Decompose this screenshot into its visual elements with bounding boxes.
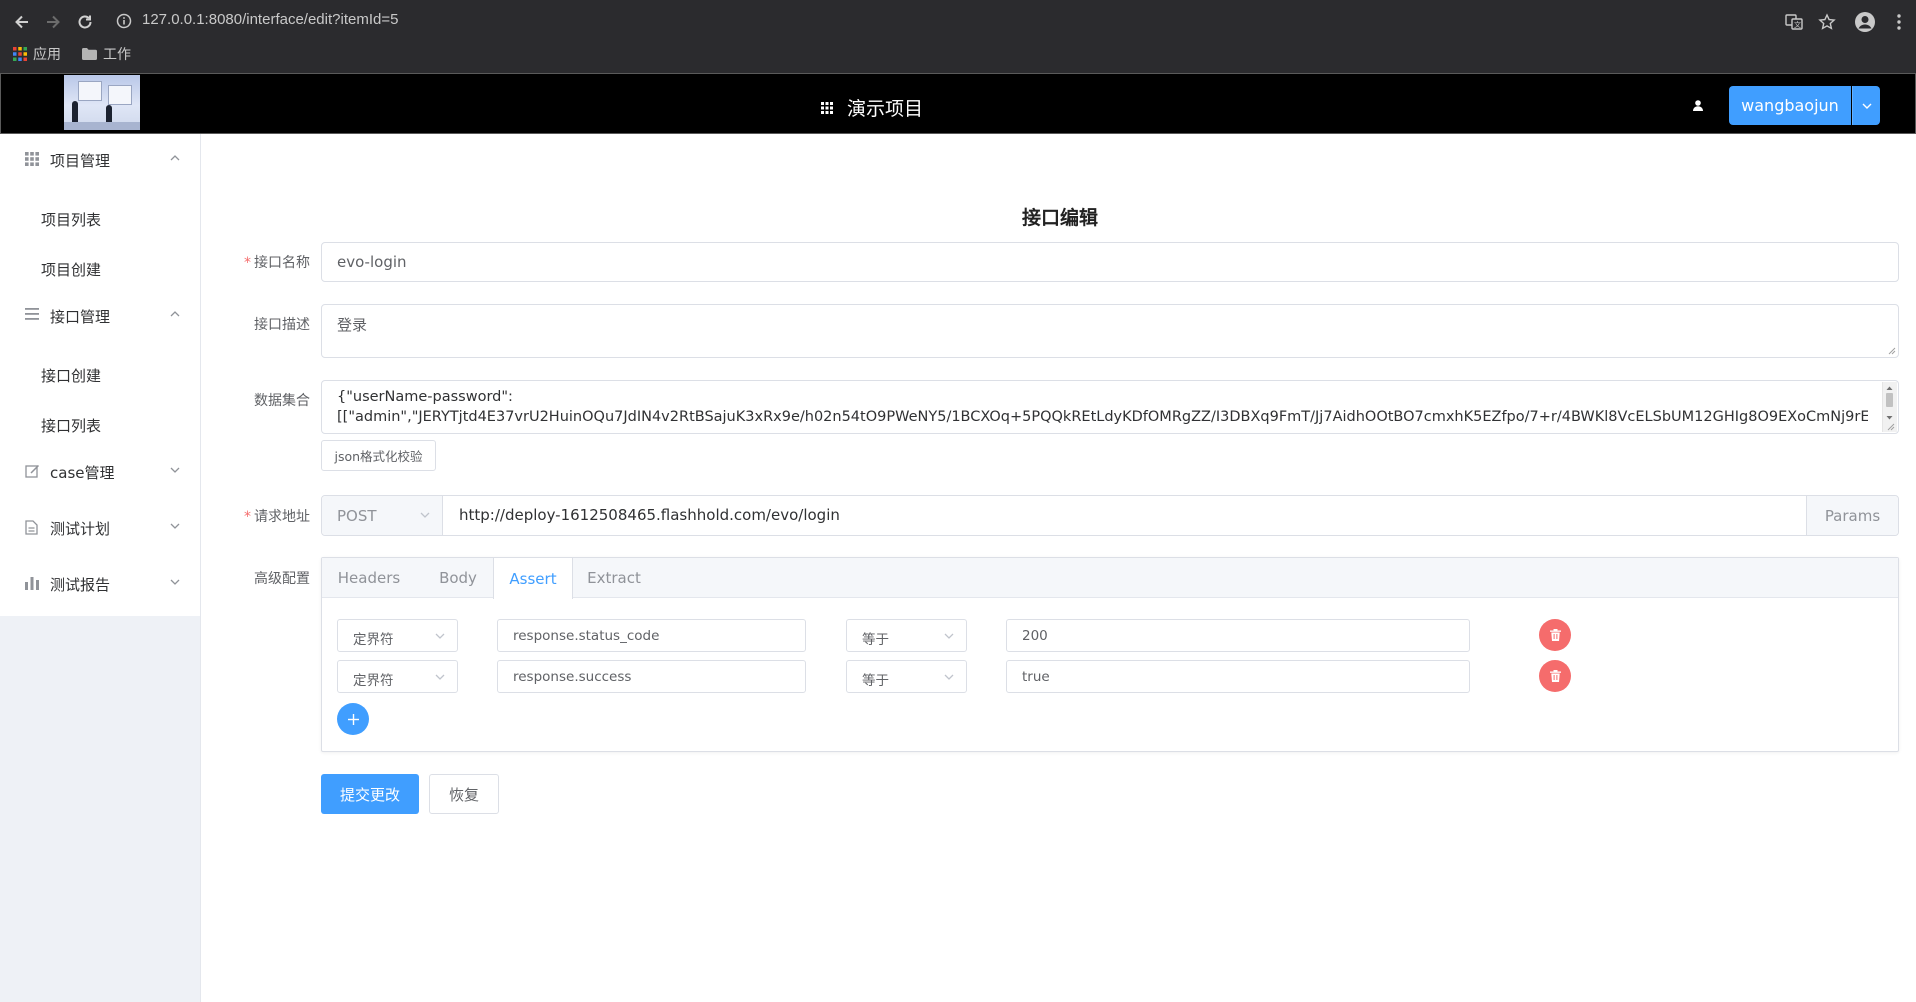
chevron-down-icon [170, 467, 180, 473]
user-menu-button[interactable]: wangbaojun [1729, 86, 1851, 125]
resize-handle-icon[interactable] [1886, 345, 1896, 355]
list-icon [25, 308, 39, 320]
data-line: {"userName-password": [337, 389, 513, 405]
tab-headers[interactable]: Headers [322, 558, 416, 598]
params-button[interactable]: Params [1806, 496, 1898, 535]
assert-expression-input[interactable]: response.success [497, 660, 806, 693]
data-set-label: 数据集合 [254, 393, 310, 409]
textarea-scrollbar[interactable] [1882, 382, 1897, 432]
bookmark-work[interactable]: 工作 [82, 44, 131, 64]
sidebar-group-project[interactable]: 项目管理 [0, 134, 200, 186]
address-bar[interactable]: 127.0.0.1:8080/interface/edit?itemId=5 [142, 11, 398, 28]
site-info-icon[interactable] [116, 13, 132, 29]
sidebar-group-case[interactable]: case管理 [0, 446, 200, 498]
sidebar-group-plan[interactable]: 测试计划 [0, 502, 200, 554]
assert-type-select[interactable]: 定界符 [337, 660, 458, 693]
browser-chrome: 127.0.0.1:8080/interface/edit?itemId=5 文… [0, 0, 1916, 73]
trash-icon [1549, 670, 1561, 682]
bookmark-label: 应用 [33, 47, 61, 63]
browser-menu-icon[interactable] [1886, 9, 1912, 35]
sidebar-group-report[interactable]: 测试报告 [0, 558, 200, 610]
grid-icon [25, 152, 39, 166]
assert-type-select[interactable]: 定界符 [337, 619, 458, 652]
description-label: 接口描述 [254, 317, 310, 333]
bookmark-label: 工作 [103, 47, 131, 63]
name-label: * 接口名称 [244, 255, 310, 271]
assert-comparator-select[interactable]: 等于 [846, 619, 967, 652]
request-url-input[interactable]: http://deploy-1612508465.flashhold.com/e… [459, 506, 840, 524]
plus-icon [347, 713, 359, 725]
sidebar-group-label: 项目管理 [50, 152, 111, 170]
trash-icon [1549, 629, 1561, 641]
assert-expression-input[interactable]: response.status_code [497, 619, 806, 652]
sidebar-item-project-list[interactable]: 项目列表 [41, 209, 101, 230]
user-dropdown-toggle[interactable] [1852, 86, 1880, 125]
project-switcher[interactable]: 演示项目 [821, 94, 923, 121]
submit-button[interactable]: 提交更改 [321, 774, 419, 814]
page-title: 接口编辑 [1022, 207, 1099, 229]
project-title: 演示项目 [847, 98, 924, 120]
user-icon [1693, 100, 1703, 111]
app-header: 演示项目 wangbaojun [0, 73, 1916, 134]
bookmark-apps[interactable]: 应用 [13, 44, 61, 64]
assert-expected-input[interactable]: true [1006, 660, 1470, 693]
chevron-down-icon [435, 674, 445, 680]
tab-extract[interactable]: Extract [573, 558, 655, 598]
sidebar-group-label: 测试报告 [50, 576, 111, 594]
chevron-down-icon [944, 674, 954, 680]
delete-assert-button[interactable] [1539, 660, 1571, 692]
advanced-config-label: 高级配置 [254, 571, 310, 587]
url-label: * 请求地址 [244, 509, 310, 525]
add-assert-button[interactable] [337, 703, 369, 735]
assert-expected-input[interactable]: 200 [1006, 619, 1470, 652]
sidebar-group-label: 测试计划 [50, 520, 111, 538]
chevron-down-icon [170, 579, 180, 585]
request-url-group: POST http://deploy-1612508465.flashhold.… [321, 495, 1899, 536]
delete-assert-button[interactable] [1539, 619, 1571, 651]
data-line: [["admin","JERYTjtd4E37vrU2HuinOQu7JdIN4… [337, 409, 1868, 425]
logo[interactable] [64, 75, 140, 130]
sidebar-item-interface-create[interactable]: 接口创建 [41, 365, 101, 386]
translate-icon[interactable]: 文 [1781, 9, 1807, 35]
reset-button[interactable]: 恢复 [429, 774, 499, 814]
sidebar-item-interface-list[interactable]: 接口列表 [41, 415, 101, 436]
chevron-down-icon [944, 633, 954, 639]
chevron-up-icon [170, 155, 180, 161]
tab-body[interactable]: Body [416, 558, 500, 598]
document-icon [25, 520, 38, 535]
chevron-up-icon [170, 311, 180, 317]
interface-name-input[interactable]: evo-login [321, 242, 1899, 282]
tabs-header: Headers Body Assert Extract [322, 558, 1898, 599]
folder-icon [82, 48, 97, 60]
account-icon[interactable] [1852, 9, 1878, 35]
data-set-textarea[interactable]: {"userName-password": [["admin","JERYTjt… [321, 380, 1899, 434]
method-select[interactable]: POST [322, 496, 443, 535]
tab-assert[interactable]: Assert [493, 558, 573, 599]
back-icon[interactable] [9, 9, 35, 35]
json-validate-button[interactable]: json格式化校验 [321, 440, 436, 471]
advanced-config-tabs: Headers Body Assert Extract [321, 557, 1899, 752]
reload-icon[interactable] [72, 9, 98, 35]
chevron-down-icon [420, 512, 430, 518]
forward-icon[interactable] [40, 9, 66, 35]
sidebar-group-interface[interactable]: 接口管理 [0, 290, 200, 342]
chevron-down-icon [170, 523, 180, 529]
apps-grid-icon [13, 47, 27, 61]
sidebar-item-project-create[interactable]: 项目创建 [41, 259, 101, 280]
sidebar-group-label: 接口管理 [50, 308, 111, 326]
sidebar-group-label: case管理 [50, 464, 115, 482]
assert-comparator-select[interactable]: 等于 [846, 660, 967, 693]
apps-icon [821, 101, 833, 114]
edit-icon [25, 464, 40, 479]
chevron-down-icon [435, 633, 445, 639]
svg-text:文: 文 [1794, 20, 1801, 29]
bookmark-star-icon[interactable] [1814, 9, 1840, 35]
bar-chart-icon [25, 576, 39, 590]
sidebar: 项目管理 项目列表 项目创建 接口管理 接口创建 接口列表 case管理 测试计… [0, 134, 201, 1002]
chevron-down-icon [1862, 103, 1872, 109]
description-textarea[interactable]: 登录 [321, 304, 1899, 358]
